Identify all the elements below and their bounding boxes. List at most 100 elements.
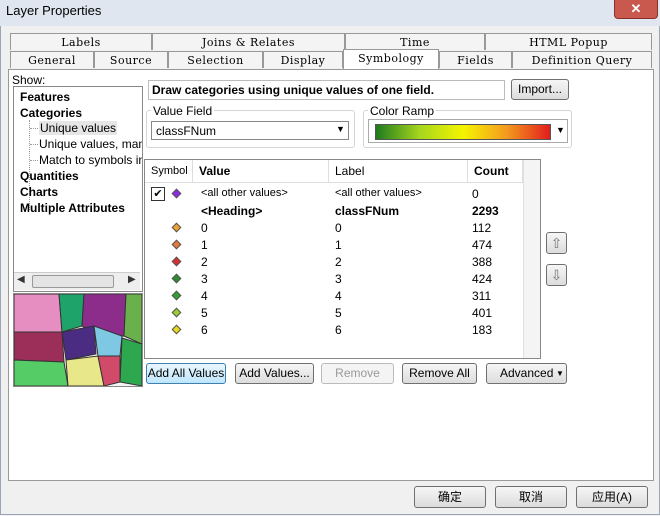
chevron-down-icon: ▼ bbox=[556, 125, 565, 135]
symbol-swatch[interactable] bbox=[171, 307, 182, 318]
color-ramp-preview bbox=[375, 124, 551, 140]
row-label: 0 bbox=[335, 221, 342, 235]
show-horizontal-scrollbar[interactable]: ◀ ▶ bbox=[14, 272, 140, 290]
row-value: 0 bbox=[201, 221, 208, 235]
tree-guide bbox=[30, 160, 38, 161]
table-vertical-scrollbar[interactable] bbox=[523, 160, 540, 358]
row-count: 112 bbox=[472, 221, 492, 235]
tab-fields[interactable]: Fields bbox=[439, 51, 512, 68]
show-item-categories[interactable]: Categories bbox=[20, 106, 82, 120]
row-value: <Heading> bbox=[201, 204, 263, 218]
close-button[interactable]: ✕ bbox=[614, 0, 658, 19]
color-ramp-label: Color Ramp bbox=[368, 104, 437, 118]
arrow-down-icon: ⇩ bbox=[550, 267, 563, 283]
scroll-left-icon[interactable]: ◀ bbox=[17, 274, 25, 285]
row-count: 0 bbox=[472, 187, 479, 201]
column-header-count[interactable]: Count bbox=[468, 160, 523, 182]
add-all-values-button[interactable]: Add All Values bbox=[146, 363, 226, 384]
value-field-label: Value Field bbox=[151, 104, 215, 118]
remove-button[interactable]: Remove bbox=[321, 363, 394, 384]
show-tree[interactable]: Features Categories Unique values Unique… bbox=[13, 86, 143, 292]
remove-all-button[interactable]: Remove All bbox=[402, 363, 477, 384]
row-value: 2 bbox=[201, 255, 208, 269]
import-button[interactable]: Import... bbox=[511, 79, 569, 100]
ok-button[interactable]: 确定 bbox=[414, 486, 486, 508]
row-value: 6 bbox=[201, 323, 208, 337]
move-down-button[interactable]: ⇩ bbox=[546, 264, 567, 286]
value-field-value: classFNum bbox=[156, 124, 217, 138]
show-item-match-to-symbols[interactable]: Match to symbols in a bbox=[39, 153, 142, 167]
add-values-button[interactable]: Add Values... bbox=[235, 363, 314, 384]
symbol-swatch[interactable] bbox=[171, 290, 182, 301]
tab-display[interactable]: Display bbox=[263, 51, 343, 68]
row-count: 183 bbox=[472, 323, 493, 337]
show-label: Show: bbox=[12, 73, 46, 87]
chevron-down-icon: ▼ bbox=[336, 124, 345, 134]
cancel-button[interactable]: 取消 bbox=[495, 486, 567, 508]
row-label: 2 bbox=[335, 255, 342, 269]
window-title: Layer Properties bbox=[6, 3, 102, 18]
show-item-charts[interactable]: Charts bbox=[20, 185, 58, 199]
move-up-button[interactable]: ⇧ bbox=[546, 232, 567, 254]
column-header-value[interactable]: Value bbox=[193, 160, 329, 182]
symbol-swatch[interactable] bbox=[171, 324, 182, 335]
header-divider bbox=[145, 182, 523, 183]
scroll-thumb[interactable] bbox=[32, 275, 114, 288]
row-label: 4 bbox=[335, 289, 342, 303]
row-count: 2293 bbox=[472, 204, 499, 218]
row-count: 474 bbox=[472, 238, 493, 252]
preview-map-image bbox=[13, 293, 143, 387]
apply-button[interactable]: 应用(A) bbox=[576, 486, 648, 508]
row-label: 1 bbox=[335, 238, 342, 252]
row-value: 5 bbox=[201, 306, 208, 320]
tab-definition-query[interactable]: Definition Query bbox=[512, 51, 652, 68]
column-header-label[interactable]: Label bbox=[329, 160, 468, 182]
unique-values-table[interactable]: Symbol Value Label Count ✔ <all other va… bbox=[144, 159, 541, 359]
map-illustration bbox=[14, 294, 142, 386]
column-header-symbol[interactable]: Symbol bbox=[145, 160, 193, 182]
tab-time[interactable]: Time bbox=[345, 33, 485, 50]
row-count: 401 bbox=[472, 306, 493, 320]
scroll-right-icon[interactable]: ▶ bbox=[128, 274, 136, 285]
row-label: classFNum bbox=[335, 204, 400, 218]
color-ramp-select[interactable]: ▼ bbox=[368, 119, 568, 143]
tab-general[interactable]: General bbox=[10, 51, 94, 68]
symbol-swatch[interactable] bbox=[171, 188, 182, 199]
row-value: 1 bbox=[201, 238, 208, 252]
row-label: 3 bbox=[335, 272, 342, 286]
show-item-multiple-attributes[interactable]: Multiple Attributes bbox=[20, 201, 125, 215]
row-value: <all other values> bbox=[201, 187, 288, 199]
checkbox[interactable]: ✔ bbox=[151, 187, 165, 201]
advanced-label: Advanced bbox=[500, 366, 554, 380]
row-label: 5 bbox=[335, 306, 342, 320]
arrow-up-icon: ⇧ bbox=[550, 235, 563, 251]
tab-selection[interactable]: Selection bbox=[168, 51, 263, 68]
show-item-quantities[interactable]: Quantities bbox=[20, 169, 79, 183]
row-count: 311 bbox=[472, 289, 492, 303]
tab-source[interactable]: Source bbox=[94, 51, 168, 68]
symbol-swatch[interactable] bbox=[171, 273, 182, 284]
close-icon: ✕ bbox=[630, 1, 642, 16]
row-label: <all other values> bbox=[335, 187, 422, 199]
value-field-select[interactable]: classFNum ▼ bbox=[151, 121, 349, 140]
row-count: 424 bbox=[472, 272, 493, 286]
symbol-swatch[interactable] bbox=[171, 256, 182, 267]
row-value: 4 bbox=[201, 289, 208, 303]
show-item-unique-values-many[interactable]: Unique values, many bbox=[39, 137, 142, 151]
tree-guide bbox=[30, 144, 38, 145]
show-item-unique-values[interactable]: Unique values bbox=[39, 121, 118, 135]
renderer-description: Draw categories using unique values of o… bbox=[148, 80, 505, 100]
tab-html-popup[interactable]: HTML Popup bbox=[485, 33, 652, 50]
tab-symbology[interactable]: Symbology bbox=[343, 49, 439, 69]
row-label: 6 bbox=[335, 323, 342, 337]
row-value: 3 bbox=[201, 272, 208, 286]
show-item-features[interactable]: Features bbox=[20, 90, 70, 104]
tree-guide bbox=[30, 128, 38, 129]
tab-joins-relates[interactable]: Joins & Relates bbox=[152, 33, 345, 50]
row-count: 388 bbox=[472, 255, 493, 269]
advanced-button[interactable]: Advanced ▼ bbox=[486, 363, 567, 384]
chevron-down-icon: ▼ bbox=[556, 369, 564, 378]
tab-labels[interactable]: Labels bbox=[10, 33, 152, 50]
symbol-swatch[interactable] bbox=[171, 222, 182, 233]
symbol-swatch[interactable] bbox=[171, 239, 182, 250]
